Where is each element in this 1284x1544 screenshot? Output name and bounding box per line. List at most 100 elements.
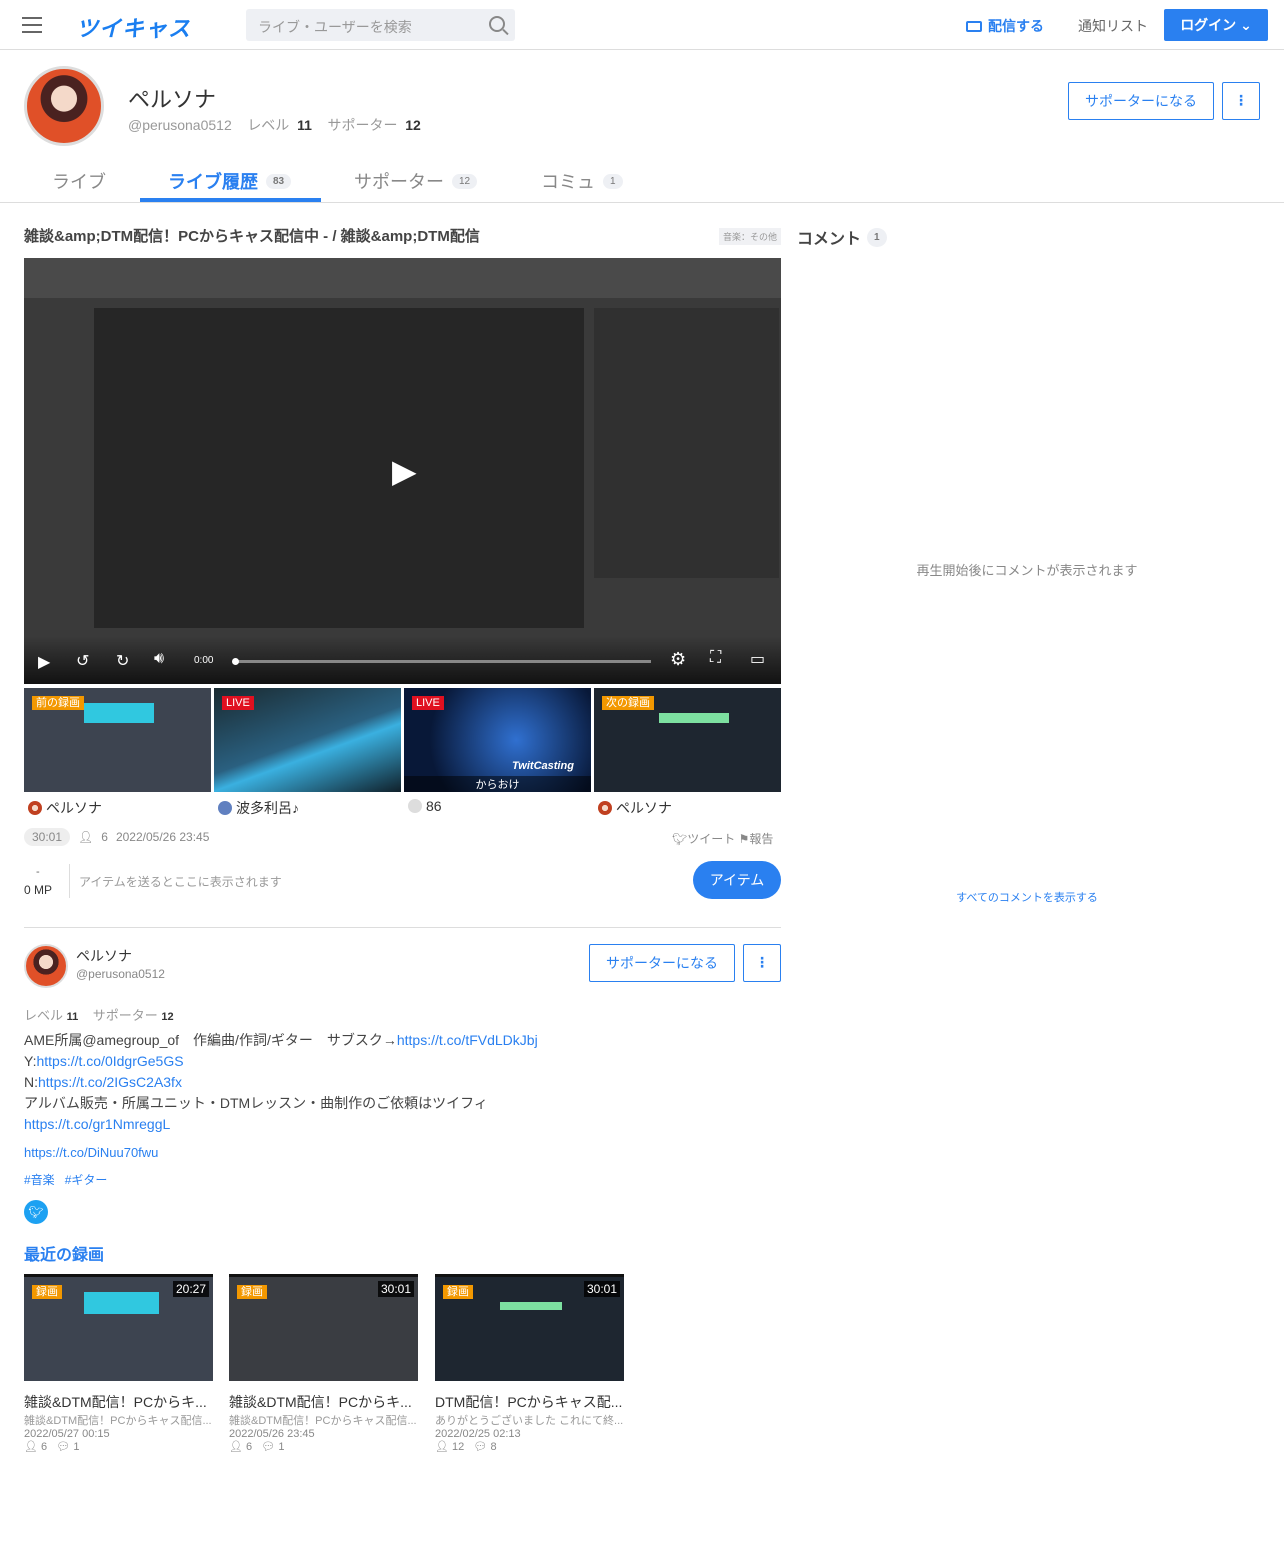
twitter-icon: 🐦︎ [672, 832, 688, 846]
tab-label: サポーター [354, 172, 444, 192]
related-thumb-live-1[interactable]: LIVE [214, 688, 401, 792]
settings-icon[interactable]: ⚙ [670, 649, 686, 670]
tab-live[interactable]: ライブ [52, 168, 106, 194]
thumb-caption: からおけ [404, 776, 591, 792]
recording-thumb[interactable]: 録画 30:01 [229, 1274, 418, 1381]
more-options-icon[interactable]: ⋮ [743, 944, 781, 982]
related-thumb-prev[interactable]: 前の録画 [24, 688, 211, 792]
flag-icon: ⚑ [738, 832, 750, 846]
level-value: 11 [66, 1011, 79, 1023]
tab-community[interactable]: コミュ 1 [541, 168, 623, 194]
hashtag[interactable]: #ギター [65, 1173, 108, 1187]
profile-name[interactable]: ペルソナ [76, 946, 132, 966]
recording-thumb[interactable]: 録画 30:01 [435, 1274, 624, 1381]
comment-icon: 💬︎ [56, 1441, 71, 1453]
recent-recordings-title: 最近の録画 [24, 1247, 105, 1264]
movie-meta: 30:01 👤︎ 6 2022/05/26 23:45 [24, 828, 209, 846]
profile-name: ペルソナ [128, 87, 217, 112]
mp-value: 0 MP [24, 883, 53, 897]
thumb-tag: 前の録画 [32, 696, 84, 710]
play-icon[interactable]: ▶ [38, 652, 50, 672]
notify-list-link[interactable]: 通知リスト [1078, 16, 1148, 36]
bio-link[interactable]: https://t.co/gr1NmreggL [24, 1114, 538, 1135]
thumb-tag: 録画 [237, 1285, 267, 1299]
seek-handle[interactable] [232, 658, 239, 665]
tab-live-history[interactable]: ライブ履歴 83 [168, 168, 292, 194]
recording-date: 2022/02/25 02:13 [435, 1428, 521, 1440]
recording-thumb[interactable]: 録画 20:27 [24, 1274, 213, 1381]
become-supporter-button[interactable]: サポーターになる [1068, 82, 1214, 120]
forward-10-icon[interactable]: ↻ [116, 651, 129, 671]
video-frame-pane [94, 308, 584, 628]
related-user[interactable]: ペルソナ [28, 798, 102, 818]
seek-bar[interactable] [232, 658, 651, 665]
video-player[interactable]: ▶ ▶ ↺ ↻ 🔊︎ 0:00 ⚙ ⛶ ▭ [24, 258, 781, 684]
recording-info[interactable]: DTM配信！PCからキャス配... ありがとうございました これにて終... 202… [435, 1392, 625, 1453]
avatar[interactable] [24, 66, 104, 146]
thumb-duration: 30:01 [377, 1281, 414, 1297]
bio-link[interactable]: https://t.co/0IdgrGe5GS [36, 1053, 183, 1069]
bio-link[interactable]: https://t.co/2IGsC2A3fx [38, 1074, 182, 1090]
fullscreen-icon[interactable]: ⛶ [710, 649, 721, 667]
tab-supporters[interactable]: サポーター 12 [354, 168, 478, 194]
share-links: 🐦︎ツイート ⚑報告 [672, 830, 773, 847]
recording-title[interactable]: 雑談&DTM配信！PCからキ... [24, 1392, 214, 1412]
thumb-image [500, 1302, 562, 1310]
bio-link[interactable]: https://t.co/tFVdLDkJbj [397, 1032, 538, 1048]
category-badge[interactable]: 音楽：その他 [719, 228, 782, 245]
user-avatar [28, 801, 42, 815]
recording-title[interactable]: DTM配信！PCからキャス配... [435, 1392, 625, 1412]
thumb-image [84, 1292, 159, 1314]
hashtag[interactable]: #音楽 [24, 1173, 55, 1187]
broadcast-link[interactable]: 配信する [966, 16, 1044, 36]
twitter-icon[interactable]: 🐦︎ [24, 1200, 48, 1224]
menu-icon[interactable] [22, 17, 42, 33]
recording-info[interactable]: 雑談&DTM配信！PCからキ... 雑談&DTM配信！PCからキャス配信... 20… [229, 1392, 419, 1453]
related-thumb-next[interactable]: 次の録画 [594, 688, 781, 792]
search-icon[interactable] [489, 16, 505, 32]
viewer-icon: 👤︎ [229, 1441, 243, 1453]
profile-meta: @perusona0512 レベル 11 サポーター 12 [128, 115, 421, 135]
user-avatar [598, 801, 612, 815]
thumb-tag: LIVE [222, 696, 254, 710]
volume-icon[interactable]: 🔊︎ [154, 650, 164, 668]
play-overlay-icon[interactable]: ▶ [392, 452, 417, 490]
search-input[interactable]: ライブ・ユーザーを検索 [246, 9, 515, 41]
current-time: 0:00 [194, 655, 214, 666]
thumb-tag: 次の録画 [602, 696, 654, 710]
viewer-icon: 👤︎ [24, 1441, 38, 1453]
report-link[interactable]: 報告 [749, 832, 773, 846]
related-user[interactable]: ペルソナ [598, 798, 672, 818]
become-supporter-button[interactable]: サポーターになる [589, 944, 735, 982]
related-user[interactable]: 波多利呂♪ [218, 798, 299, 818]
theater-mode-icon[interactable]: ▭ [750, 649, 765, 669]
profile-link[interactable]: https://t.co/DiNuu70fwu [24, 1145, 158, 1160]
recording-title[interactable]: 雑談&DTM配信！PCからキ... [229, 1392, 419, 1412]
related-user[interactable]: 86 [408, 798, 442, 814]
user-name: 86 [426, 798, 442, 814]
bio-text: Y: [24, 1053, 37, 1069]
avatar[interactable] [24, 944, 68, 988]
login-button[interactable]: ログイン ⌄ [1164, 9, 1268, 41]
show-all-comments-link[interactable]: すべてのコメントを表示する [797, 889, 1257, 905]
supporter-label: サポーター [327, 117, 398, 133]
twitcasting-logo: TwitCasting [512, 760, 574, 772]
recording-subtitle: 雑談&DTM配信！PCからキャス配信... [229, 1415, 417, 1427]
supporter-count: 12 [161, 1011, 174, 1023]
tweet-link[interactable]: ツイート [687, 832, 735, 846]
recording-date: 2022/05/27 00:15 [24, 1428, 110, 1440]
related-thumb-live-2[interactable]: LIVE TwitCasting からおけ [404, 688, 591, 792]
camera-icon [966, 21, 982, 32]
item-button[interactable]: アイテム [693, 861, 781, 899]
viewer-count: 12 [452, 1441, 465, 1453]
recording-info[interactable]: 雑談&DTM配信！PCからキ... 雑談&DTM配信！PCからキャス配信... 20… [24, 1392, 214, 1453]
level-label: レベル [247, 117, 290, 133]
tab-label: コミュ [541, 172, 595, 192]
more-options-icon[interactable]: ⋮ [1222, 82, 1260, 120]
video-frame-list [594, 308, 779, 578]
rewind-10-icon[interactable]: ↺ [76, 651, 89, 671]
control-bar: ▶ ↺ ↻ 🔊︎ 0:00 ⚙ ⛶ ▭ [24, 636, 781, 684]
site-logo[interactable]: ツイキャス [76, 11, 191, 43]
comments-title: コメント [797, 231, 862, 248]
comment-count: 1 [278, 1441, 285, 1453]
